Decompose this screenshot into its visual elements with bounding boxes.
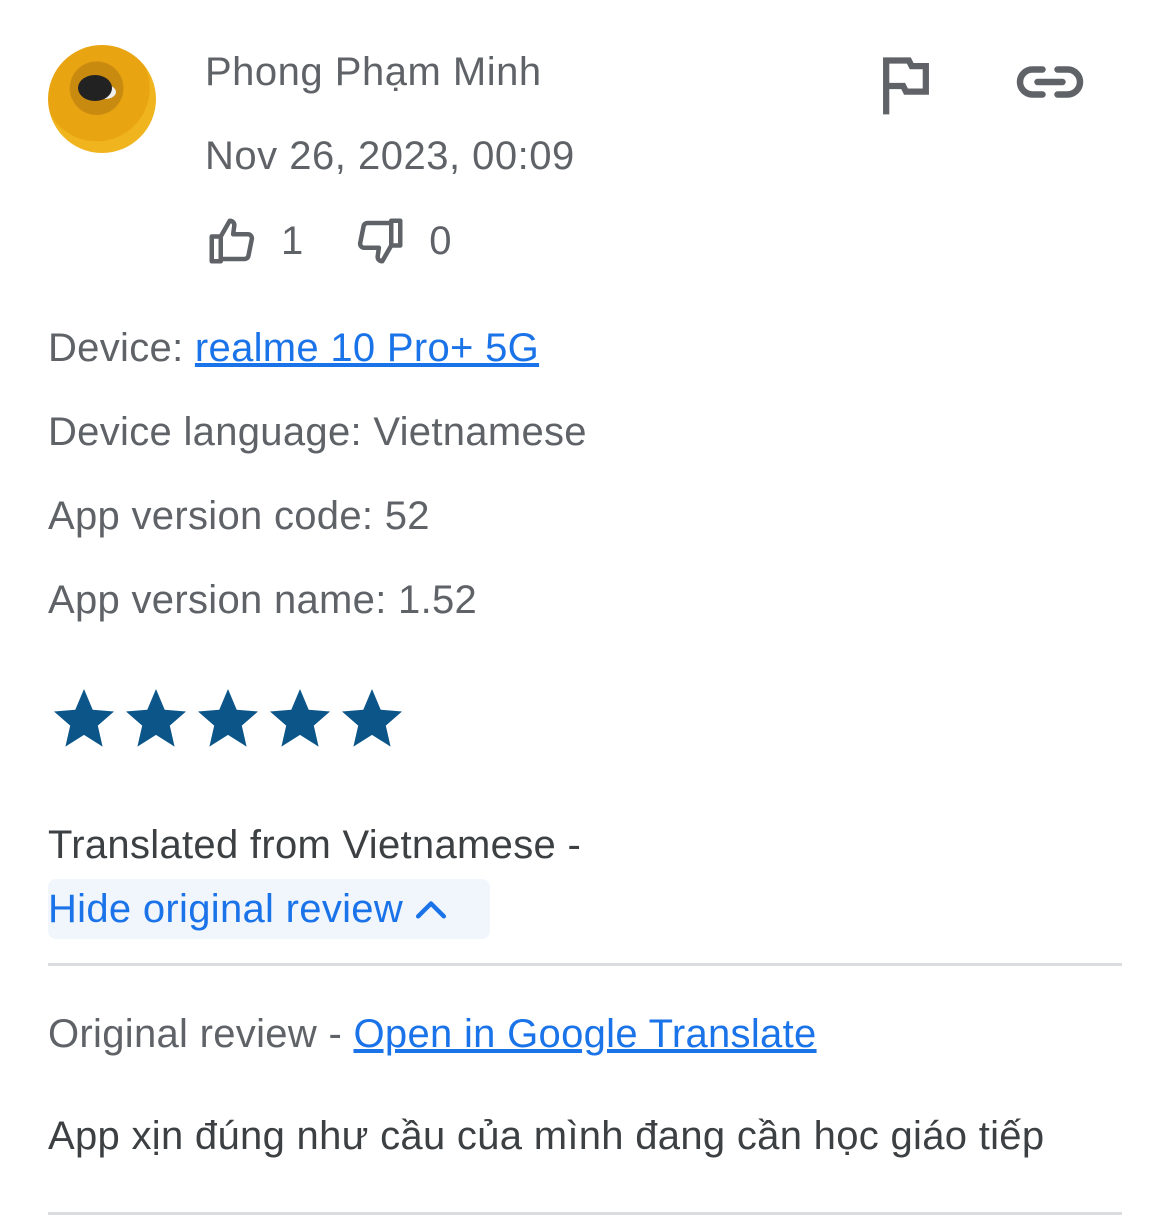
device-row: Device: realme 10 Pro+ 5G (48, 326, 539, 371)
thumbs-down-count: 0 (429, 218, 452, 263)
flag-icon[interactable] (872, 52, 940, 120)
chevron-up-icon (416, 901, 447, 919)
star-icon (342, 689, 402, 747)
star-icon (126, 689, 186, 747)
device-link[interactable]: realme 10 Pro+ 5G (195, 326, 539, 370)
language-value: Vietnamese (373, 410, 587, 454)
vote-row: 1 0 (205, 215, 452, 267)
divider (48, 963, 1122, 966)
original-review-row: Original review - Open in Google Transla… (48, 1012, 817, 1057)
star-icon (198, 689, 258, 747)
version-code-value: 52 (384, 494, 430, 538)
star-icon (270, 689, 330, 747)
hide-original-review-button[interactable]: Hide original review (48, 879, 490, 939)
open-google-translate-link[interactable]: Open in Google Translate (354, 1012, 817, 1056)
hide-original-review-label: Hide original review (48, 886, 404, 931)
avatar (48, 45, 156, 153)
avatar-bee-image (78, 75, 112, 101)
thumbs-up-button[interactable]: 1 (205, 214, 303, 268)
thumbs-down-icon (358, 218, 403, 264)
original-review-text: App xịn đúng như cầu của mình đang cần h… (48, 1114, 1045, 1158)
version-code-label: App version code: (48, 494, 374, 538)
link-icon[interactable] (1015, 52, 1085, 112)
device-label: Device: (48, 326, 184, 370)
star-icon (54, 689, 114, 747)
version-name-row: App version name: 1.52 (48, 578, 477, 623)
review-date: Nov 26, 2023, 00:09 (205, 134, 575, 178)
version-name-value: 1.52 (398, 578, 478, 622)
language-label: Device language: (48, 410, 362, 454)
review-author: Phong Phạm Minh (205, 50, 542, 94)
version-name-label: App version name: (48, 578, 387, 622)
version-code-row: App version code: 52 (48, 494, 430, 539)
star-rating (48, 683, 408, 755)
thumbs-up-icon (209, 218, 255, 264)
thumbs-up-count: 1 (281, 218, 304, 263)
thumbs-down-button[interactable]: 0 (353, 214, 452, 268)
language-row: Device language: Vietnamese (48, 410, 587, 455)
original-review-label: Original review - (48, 1012, 343, 1056)
translated-from-label: Translated from Vietnamese - (48, 823, 582, 867)
